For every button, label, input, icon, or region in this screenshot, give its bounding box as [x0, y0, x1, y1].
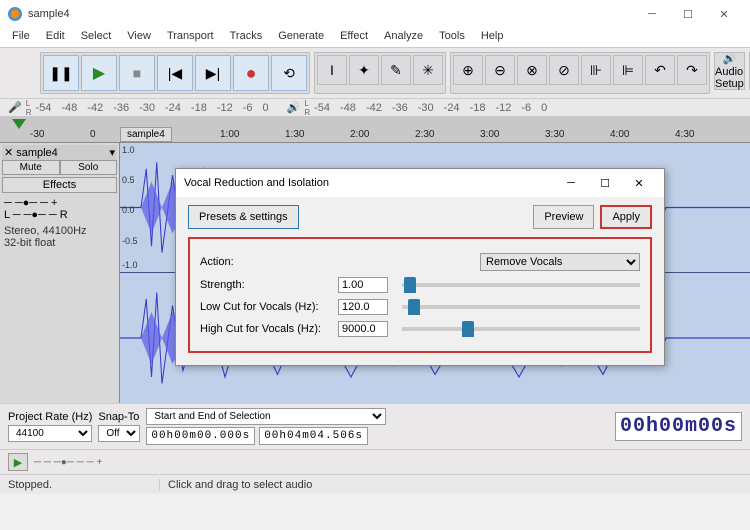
menu-file[interactable]: File [4, 28, 38, 47]
draw-tool-icon[interactable]: ✎ [381, 55, 411, 85]
maximize-button[interactable]: ☐ [670, 1, 706, 27]
track-menu-icon[interactable]: ▾ [109, 146, 115, 159]
envelope-tool-icon[interactable]: ✦ [349, 55, 379, 85]
window-title: sample4 [28, 8, 634, 20]
zoom-in-icon[interactable]: ⊕ [453, 55, 483, 85]
multi-tool-icon[interactable]: ✳ [413, 55, 443, 85]
action-select[interactable]: Remove Vocals [480, 253, 640, 271]
lowcut-label: Low Cut for Vocals (Hz): [200, 301, 330, 313]
undo-icon[interactable]: ↶ [645, 55, 675, 85]
silence-icon[interactable]: ⊫ [613, 55, 643, 85]
minimize-button[interactable]: ─ [634, 1, 670, 27]
menu-transport[interactable]: Transport [159, 28, 222, 47]
track-info: Stereo, 44100Hz32-bit float [2, 223, 117, 251]
dialog-close-button[interactable]: ✕ [622, 177, 656, 190]
vocal-reduction-dialog: Vocal Reduction and Isolation ─ ☐ ✕ Pres… [175, 168, 665, 366]
action-label: Action: [200, 256, 330, 268]
transport-play-button[interactable]: ▶ [8, 453, 28, 471]
apply-button[interactable]: Apply [600, 205, 652, 229]
menu-select[interactable]: Select [73, 28, 120, 47]
play-meter[interactable]: -54-48-42-36-30-24-18-12-60 [314, 102, 547, 114]
lowcut-slider[interactable] [402, 305, 640, 309]
dialog-minimize-button[interactable]: ─ [554, 177, 588, 189]
mic-icon[interactable]: 🎤 [8, 101, 22, 114]
selection-tool-icon[interactable]: I [317, 55, 347, 85]
audio-position-display[interactable]: 00h00m00s [615, 412, 742, 441]
preview-button[interactable]: Preview [533, 205, 594, 229]
selection-mode-select[interactable]: Start and End of Selection [146, 408, 386, 425]
gain-slider[interactable]: ─ ─●─ ─ + [4, 197, 115, 209]
zoom-out-icon[interactable]: ⊖ [485, 55, 515, 85]
strength-input[interactable] [338, 277, 388, 293]
record-button[interactable]: ● [233, 55, 269, 91]
menu-effect[interactable]: Effect [332, 28, 376, 47]
dialog-title: Vocal Reduction and Isolation [184, 177, 554, 189]
track-control-panel: ✕sample4▾ Mute Solo Effects ─ ─●─ ─ + L … [0, 143, 120, 403]
status-state: Stopped. [0, 479, 160, 491]
selection-start-input[interactable]: 00h00m00.000s [146, 427, 255, 445]
strength-slider[interactable] [402, 283, 640, 287]
track-name[interactable]: sample4 [16, 147, 58, 159]
status-hint: Click and drag to select audio [160, 479, 320, 491]
menu-edit[interactable]: Edit [38, 28, 73, 47]
selection-end-input[interactable]: 00h04m04.506s [259, 427, 368, 445]
snap-to-label: Snap-To [98, 411, 140, 423]
redo-icon[interactable]: ↷ [677, 55, 707, 85]
track-tab[interactable]: sample4 [120, 127, 172, 142]
timeline-ruler[interactable]: -30 0 30 1:00 1:30 2:00 2:30 3:00 3:30 4… [0, 117, 750, 143]
dialog-maximize-button[interactable]: ☐ [588, 177, 622, 190]
menu-generate[interactable]: Generate [270, 28, 332, 47]
mute-button[interactable]: Mute [2, 160, 60, 175]
menu-tools[interactable]: Tools [431, 28, 473, 47]
trim-icon[interactable]: ⊪ [581, 55, 611, 85]
play-button[interactable]: ▶ [81, 55, 117, 91]
menu-tracks[interactable]: Tracks [222, 28, 271, 47]
lowcut-input[interactable] [338, 299, 388, 315]
playback-speed-slider[interactable]: ─ ─ ─●─ ─ ─ + [34, 457, 102, 468]
skip-end-button[interactable]: ▶| [195, 55, 231, 91]
menubar: File Edit Select View Transport Tracks G… [0, 28, 750, 48]
menu-analyze[interactable]: Analyze [376, 28, 431, 47]
skip-start-button[interactable]: |◀ [157, 55, 193, 91]
pause-button[interactable]: ❚❚ [43, 55, 79, 91]
menu-view[interactable]: View [119, 28, 159, 47]
project-rate-label: Project Rate (Hz) [8, 411, 92, 423]
loop-button[interactable]: ⟲ [271, 55, 307, 91]
snap-to-select[interactable]: Off [98, 425, 140, 442]
track-close-icon[interactable]: ✕ [4, 146, 13, 159]
audio-setup-button[interactable]: 🔊Audio Setup [714, 52, 745, 90]
stop-button[interactable]: ■ [119, 55, 155, 91]
fit-project-icon[interactable]: ⊘ [549, 55, 579, 85]
playhead-marker-icon[interactable] [12, 119, 26, 129]
project-rate-select[interactable]: 44100 [8, 425, 92, 442]
record-meter[interactable]: -54-48-42-36-30-24-18-12-60 [35, 102, 268, 114]
app-logo-icon [8, 7, 22, 21]
close-button[interactable]: ✕ [706, 1, 742, 27]
fit-selection-icon[interactable]: ⊗ [517, 55, 547, 85]
menu-help[interactable]: Help [473, 28, 512, 47]
highcut-label: High Cut for Vocals (Hz): [200, 323, 330, 335]
solo-button[interactable]: Solo [60, 160, 118, 175]
effects-button[interactable]: Effects [2, 177, 117, 193]
speaker-icon[interactable]: 🔊 [287, 101, 301, 114]
strength-label: Strength: [200, 279, 330, 291]
highcut-input[interactable] [338, 321, 388, 337]
presets-settings-button[interactable]: Presets & settings [188, 205, 299, 229]
highcut-slider[interactable] [402, 327, 640, 331]
